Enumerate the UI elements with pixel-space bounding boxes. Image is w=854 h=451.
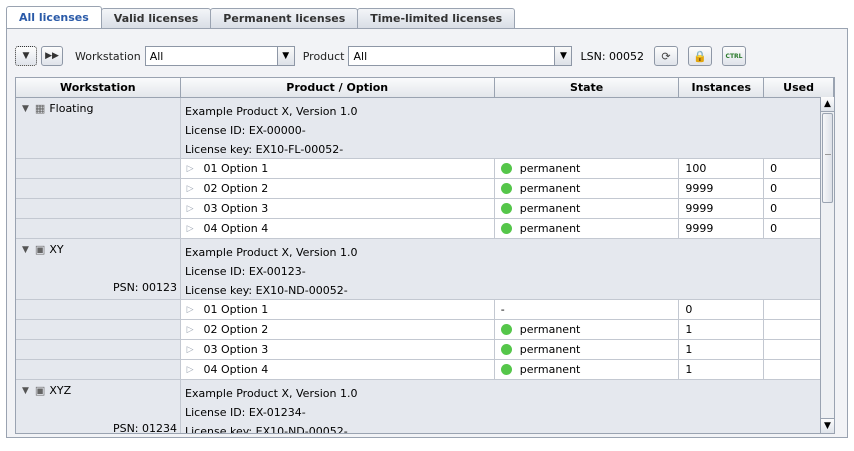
table-row[interactable]: ▷ 03 Option 3 permanent 9999 0 xyxy=(16,199,834,219)
status-dot-icon xyxy=(500,324,512,335)
license-id: License ID: EX-00000- xyxy=(185,124,306,137)
tab-valid-licenses[interactable]: Valid licenses xyxy=(100,8,212,28)
psn-label: PSN: 01234 xyxy=(112,422,177,434)
expand-icon: ▷ xyxy=(186,344,194,355)
scroll-thumb[interactable] xyxy=(822,113,833,203)
workstation-label: Workstation xyxy=(75,49,141,63)
tab-permanent-licenses[interactable]: Permanent licenses xyxy=(210,8,359,28)
col-product-option[interactable]: Product / Option xyxy=(181,78,495,97)
table-row[interactable]: ▷ 04 Option 4 permanent 1 xyxy=(16,360,834,380)
expand-icon: ▷ xyxy=(186,324,194,335)
col-state[interactable]: State xyxy=(495,78,680,97)
refresh-icon: ⟳ xyxy=(661,49,671,63)
product-name: Example Product X, Version 1.0 xyxy=(185,387,358,400)
license-key: License key: EX10-FL-00052- xyxy=(185,143,344,156)
license-id: License ID: EX-00123- xyxy=(185,265,306,278)
status-dot-icon xyxy=(500,203,512,214)
psn-label: PSN: 00123 xyxy=(112,281,177,294)
expand-icon: ▷ xyxy=(186,163,194,174)
status-dot-icon xyxy=(500,364,512,375)
table-row[interactable]: ▷ 02 Option 2 permanent 9999 0 xyxy=(16,179,834,199)
expand-all-icon: ▼ xyxy=(22,51,30,61)
scroll-up-icon[interactable]: ▲ xyxy=(821,97,834,112)
lsn-label: LSN: 00052 xyxy=(580,49,645,63)
chevron-down-icon: ▼ xyxy=(276,47,294,65)
chevron-down-icon: ▼ xyxy=(554,47,572,65)
collapse-icon[interactable]: ▼ xyxy=(22,386,29,396)
toolbar: ▼ ▶▶ Workstation All ▼ Product All ▼ LSN… xyxy=(15,45,815,67)
status-dot-icon xyxy=(500,223,512,234)
license-table: Workstation Product / Option State Insta… xyxy=(15,77,835,434)
group-row[interactable]: ▼ ▦ Floating Example Product X, Version … xyxy=(16,98,834,159)
expand-icon: ▷ xyxy=(186,203,194,214)
ctrl-icon: CTRL xyxy=(725,52,743,60)
license-key: License key: EX10-ND-00052- xyxy=(185,425,348,434)
expand-icon: ▷ xyxy=(186,304,194,315)
status-dot-icon xyxy=(500,183,512,194)
expand-icon: ▷ xyxy=(186,223,194,234)
group-row[interactable]: ▼ ▣ XY PSN: 00123 Example Product X, Ver… xyxy=(16,239,834,300)
workstation-name: XY xyxy=(49,243,64,256)
tab-bar: All licenses Valid licenses Permanent li… xyxy=(6,6,516,28)
workstation-icon: ▣ xyxy=(34,384,46,397)
expand-icon: ▷ xyxy=(186,364,194,375)
collapse-all-button[interactable]: ▶▶ xyxy=(41,46,63,66)
col-workstation[interactable]: Workstation xyxy=(16,78,181,97)
tab-time-limited-licenses[interactable]: Time-limited licenses xyxy=(357,8,516,28)
license-key: License key: EX10-ND-00052- xyxy=(185,284,348,297)
status-dot-icon xyxy=(500,344,512,355)
vertical-scrollbar[interactable]: ▲ ▼ xyxy=(820,97,834,433)
forward-icon: ▶▶ xyxy=(45,51,59,61)
status-dot-icon xyxy=(500,163,512,174)
licenses-panel: ▼ ▶▶ Workstation All ▼ Product All ▼ LSN… xyxy=(6,28,848,438)
workstation-icon: ▣ xyxy=(34,243,46,256)
product-name: Example Product X, Version 1.0 xyxy=(185,105,358,118)
table-row[interactable]: ▷ 02 Option 2 permanent 1 xyxy=(16,320,834,340)
product-label: Product xyxy=(302,49,345,63)
expand-icon: ▷ xyxy=(186,183,194,194)
collapse-icon[interactable]: ▼ xyxy=(22,245,29,255)
refresh-button[interactable]: ⟳ xyxy=(654,46,679,66)
group-row[interactable]: ▼ ▣ XYZ PSN: 01234 Example Product X, Ve… xyxy=(16,380,834,434)
scroll-down-icon[interactable]: ▼ xyxy=(821,418,834,433)
license-id: License ID: EX-01234- xyxy=(185,406,306,419)
table-row[interactable]: ▷ 03 Option 3 permanent 1 xyxy=(16,340,834,360)
lock-icon: 🔒 xyxy=(693,49,707,63)
table-row[interactable]: ▷ 04 Option 4 permanent 9999 0 xyxy=(16,219,834,239)
expand-all-button[interactable]: ▼ xyxy=(15,46,37,66)
workstation-select[interactable]: All ▼ xyxy=(144,46,295,66)
workstation-name: Floating xyxy=(49,102,94,115)
col-instances[interactable]: Instances xyxy=(679,78,765,97)
tab-all-licenses[interactable]: All licenses xyxy=(6,6,102,28)
table-header: Workstation Product / Option State Insta… xyxy=(16,78,834,98)
lock-button[interactable]: 🔒 xyxy=(688,46,713,66)
col-used[interactable]: Used xyxy=(764,78,834,97)
collapse-icon[interactable]: ▼ xyxy=(22,104,29,114)
workstation-name: XYZ xyxy=(49,384,72,397)
table-row[interactable]: ▷ 01 Option 1 permanent 100 0 xyxy=(16,159,834,179)
product-select[interactable]: All ▼ xyxy=(348,46,573,66)
ctrl-button[interactable]: CTRL xyxy=(722,46,747,66)
product-name: Example Product X, Version 1.0 xyxy=(185,246,358,259)
floating-icon: ▦ xyxy=(34,102,46,115)
table-row[interactable]: ▷ 01 Option 1-0 xyxy=(16,300,834,320)
